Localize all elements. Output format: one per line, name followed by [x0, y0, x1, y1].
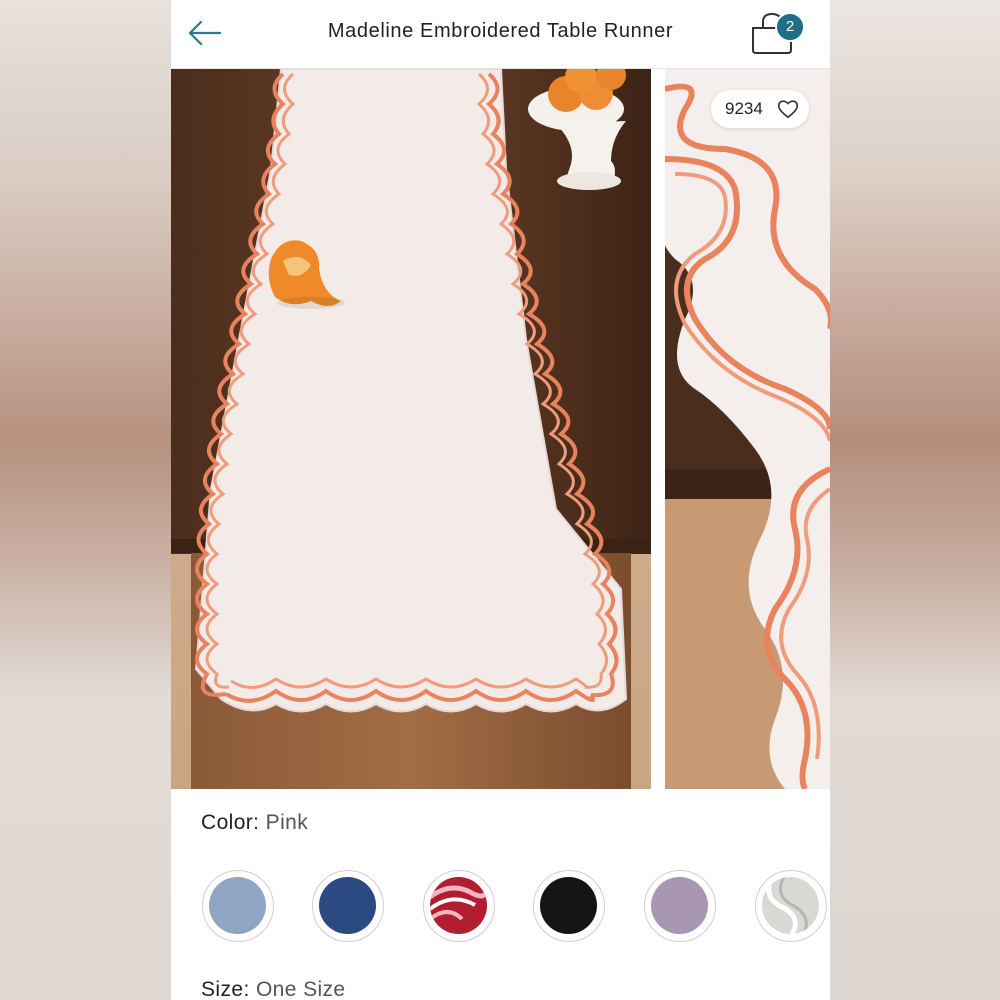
swatch-red-pink-fill: [430, 877, 487, 934]
swatch-red-pink[interactable]: [423, 870, 495, 942]
size-selector-label: Size: One Size: [201, 978, 346, 1000]
product-screen: Madeline Embroidered Table Runner 2 9234…: [171, 0, 830, 1000]
product-photo-main[interactable]: [171, 60, 651, 789]
like-count: 9234: [725, 99, 763, 118]
swatch-white-gray-fill: [762, 877, 819, 934]
closeup-photo: [665, 69, 830, 789]
background-blur-right: [830, 0, 1000, 1000]
heart-icon: [777, 100, 799, 119]
swatch-white-gray[interactable]: [755, 870, 827, 942]
swatch-black[interactable]: [533, 870, 605, 942]
color-label: Color:: [201, 811, 260, 834]
swatch-lavender-fill: [651, 877, 708, 934]
swatch-navy[interactable]: [312, 870, 384, 942]
color-value: Pink: [265, 811, 309, 834]
size-label: Size:: [201, 978, 250, 1000]
table-runner-photo: [171, 60, 651, 789]
swatch-pattern-icon: [766, 877, 808, 934]
product-photo-closeup[interactable]: [665, 69, 830, 789]
swatch-light-blue-fill: [209, 877, 266, 934]
page-title: Madeline Embroidered Table Runner: [327, 20, 674, 42]
top-bar: Madeline Embroidered Table Runner 2: [171, 0, 830, 69]
swatch-light-blue[interactable]: [202, 870, 274, 942]
swatch-navy-fill: [319, 877, 376, 934]
swatch-lavender[interactable]: [644, 870, 716, 942]
size-value: One Size: [255, 978, 346, 1000]
color-selector-label: Color: Pink: [201, 811, 308, 835]
swatch-pattern-icon: [430, 885, 487, 921]
background-blur-left: [0, 0, 171, 1000]
back-arrow-icon: [188, 20, 222, 46]
cart-count-badge: 2: [775, 12, 805, 42]
like-button[interactable]: 9234: [711, 90, 809, 128]
swatch-black-fill: [540, 877, 597, 934]
back-button[interactable]: [185, 14, 225, 54]
